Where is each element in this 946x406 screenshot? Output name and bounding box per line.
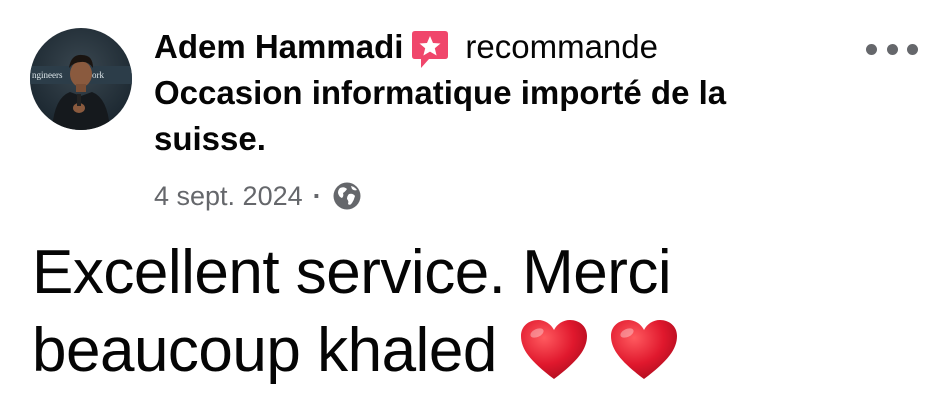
post-body: Excellent service. Merci beaucoup khaled <box>32 234 912 390</box>
action-text: recommande <box>465 28 658 65</box>
recommendation-star-icon <box>411 28 449 70</box>
svg-text:ork: ork <box>92 70 104 80</box>
red-heart-icon <box>610 319 678 381</box>
more-options-icon[interactable] <box>866 34 918 64</box>
avatar-photo: ngineers ork <box>30 54 132 130</box>
more-dot <box>886 43 898 55</box>
avatar[interactable]: ngineers ork <box>30 28 132 130</box>
recommended-page-name[interactable]: Occasion informatique importé de la suis… <box>154 70 834 162</box>
recommendation-post: ngineers ork Adem Hammadi recommande Occ… <box>0 0 946 406</box>
more-dot <box>907 43 918 55</box>
globe-icon[interactable] <box>332 181 362 211</box>
post-date[interactable]: 4 sept. 2024 <box>154 181 303 212</box>
post-meta: 4 sept. 2024 · <box>154 176 362 216</box>
header-line: Adem Hammadi recommande <box>154 24 854 70</box>
meta-separator: · <box>312 180 322 211</box>
red-heart-icon <box>520 319 588 381</box>
post-header: Adem Hammadi recommande Occasion informa… <box>154 24 854 162</box>
author-name[interactable]: Adem Hammadi <box>154 24 403 70</box>
more-dot <box>866 43 877 55</box>
svg-text:ngineers: ngineers <box>32 70 63 80</box>
